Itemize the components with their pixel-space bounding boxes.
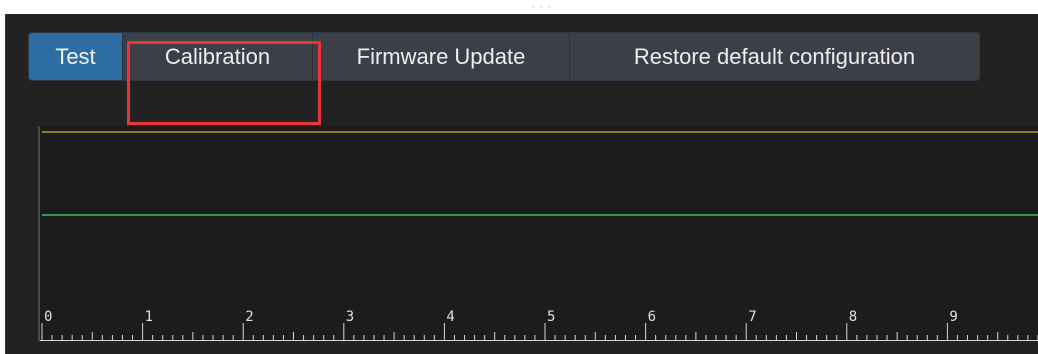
tab-bar: Test Calibration Firmware Update Restore… — [28, 32, 980, 81]
tab-restore-label: Restore default configuration — [633, 43, 916, 69]
tick-label: 9 — [949, 309, 957, 325]
tick-label: 0 — [44, 309, 52, 325]
chart-svg: 01234567891 — [40, 131, 1038, 341]
tick-label: 5 — [547, 309, 555, 325]
tick-label: 2 — [245, 309, 253, 325]
tab-test[interactable]: Test — [29, 33, 123, 80]
tick-label: 1 — [145, 309, 153, 325]
window-title: ... — [530, 0, 555, 13]
tab-restore-default-configuration[interactable]: Restore default configuration — [570, 33, 979, 80]
tab-firmware-update[interactable]: Firmware Update — [313, 33, 570, 80]
app-window: ... Test Calibration Firmware Update Res… — [0, 0, 1038, 354]
title-strip: ... — [470, 0, 890, 14]
tick-label: 6 — [648, 309, 656, 325]
tick-label: 3 — [346, 309, 354, 325]
tab-firmware-update-label: Firmware Update — [356, 43, 526, 69]
tick-label: 7 — [748, 309, 756, 325]
tab-calibration-label: Calibration — [164, 43, 271, 69]
tab-calibration[interactable]: Calibration — [123, 33, 313, 80]
chart-area: 01234567891 — [38, 126, 1038, 341]
tab-test-label: Test — [55, 43, 96, 69]
tick-label: 8 — [849, 309, 857, 325]
tick-label: 4 — [446, 309, 454, 325]
